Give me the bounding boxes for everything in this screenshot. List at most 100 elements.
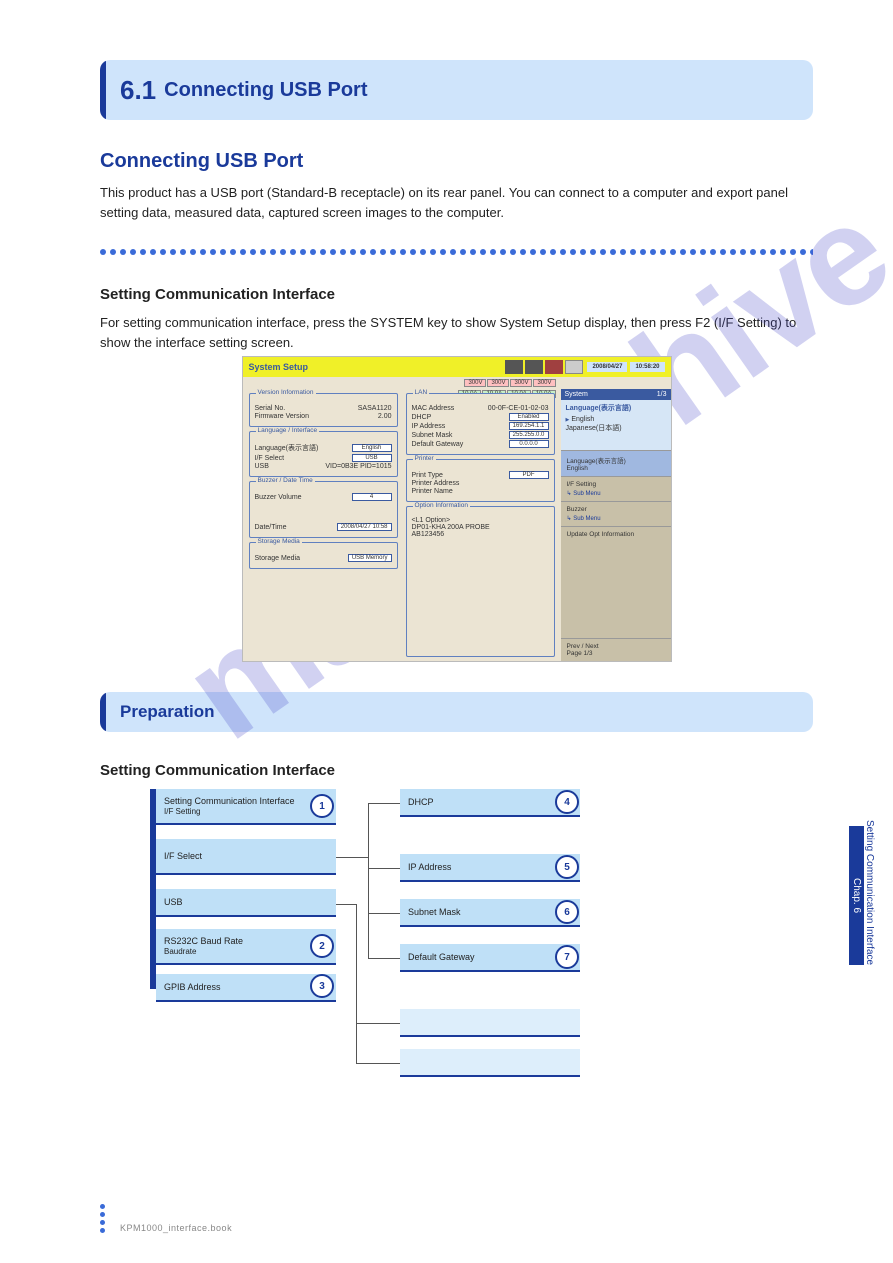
- footer-filename: KPM1000_interface.book: [120, 1223, 232, 1233]
- ip-field[interactable]: 169.254.1.1: [509, 422, 549, 430]
- box-rs232: RS232C Baud Rate Baudrate: [156, 929, 336, 965]
- box-gpib-title: GPIB Address: [164, 982, 328, 992]
- chap-sub: Chap. 6: [849, 826, 864, 965]
- box-mask-title: Subnet Mask: [408, 907, 572, 917]
- mask-field[interactable]: 255.255.0.0: [509, 431, 549, 439]
- circle-4: 4: [555, 790, 579, 814]
- lang-field[interactable]: English: [352, 444, 392, 452]
- option-text: <L1 Option> DP01-KHA 200A PROBE AB123456: [412, 517, 549, 538]
- ss-page-top: 1/3: [657, 391, 667, 398]
- ss-opt-title: Language(表示言語): [566, 403, 666, 413]
- ss-f2-label: I/F Setting: [567, 481, 665, 488]
- if-label: I/F Select: [255, 455, 285, 462]
- ss-option-box: Language(表示言語) English Japanese(日本語): [561, 400, 671, 450]
- pt-field[interactable]: PDF: [509, 471, 549, 479]
- dhcp-field[interactable]: Enabled: [509, 413, 549, 421]
- ss-f2-sub: Sub Menu: [573, 491, 600, 497]
- storage-legend: Storage Media: [256, 538, 302, 545]
- box-blank-1: [400, 1009, 580, 1037]
- ss-f1-label: Language(表示言語): [567, 455, 665, 465]
- hold-icon[interactable]: [505, 360, 523, 374]
- volt-chip: 300V: [487, 379, 509, 387]
- fw-label: Firmware Version: [255, 413, 309, 420]
- section-number: 6.1: [120, 75, 156, 106]
- serial-label: Serial No.: [255, 405, 286, 412]
- unlock-icon[interactable]: [565, 360, 583, 374]
- sm-label: Storage Media: [255, 555, 301, 562]
- ss-menu-if[interactable]: I/F Setting ↳ Sub Menu: [561, 476, 671, 501]
- fw-value: 2.00: [378, 413, 392, 420]
- box-rs-sub: Baudrate: [164, 947, 328, 956]
- chap-head: Setting Communication Interface: [864, 820, 875, 965]
- section-header-banner: 6.1 Connecting USB Port: [100, 60, 813, 120]
- ss-f1-value: English: [567, 465, 665, 472]
- conn-h1: [336, 857, 368, 858]
- bv-field[interactable]: 4: [352, 493, 392, 501]
- bv-label: Buzzer Volume: [255, 494, 302, 501]
- circle-7: 7: [555, 945, 579, 969]
- diagram-title: Setting Communication Interface: [100, 762, 813, 779]
- mac-value: 00-0F-CE-01-02-03: [488, 405, 549, 412]
- langif-legend: Language / Interface: [256, 427, 320, 434]
- circle-1: 1: [310, 794, 334, 818]
- mac-label: MAC Address: [412, 405, 455, 412]
- section-title: Connecting USB Port: [164, 79, 367, 102]
- conn-v1: [368, 803, 369, 958]
- conn-h3: [368, 868, 400, 869]
- if-field[interactable]: USB: [352, 454, 392, 462]
- printer-legend: Printer: [413, 455, 436, 462]
- usb-value: VID=0B3E PID=1015: [325, 463, 391, 470]
- dhcp-label: DHCP: [412, 414, 432, 421]
- circle-2: 2: [310, 934, 334, 958]
- mask-label: Subnet Mask: [412, 432, 453, 439]
- ss-opt-japanese[interactable]: Japanese(日本語): [566, 423, 666, 433]
- conn-h2: [368, 803, 400, 804]
- ss-title: System Setup: [249, 362, 309, 372]
- usb-label: USB: [255, 463, 269, 470]
- ss-date: 2008/04/27: [587, 362, 627, 372]
- preparation-title: Preparation: [120, 702, 214, 722]
- conn-h5: [368, 958, 400, 959]
- intro-title: Connecting USB Port: [100, 150, 813, 173]
- lang-label: Language(表示言語): [255, 443, 319, 453]
- pn-label: Printer Name: [412, 488, 453, 495]
- pa-label: Printer Address: [412, 480, 460, 487]
- box-blank-2: [400, 1049, 580, 1077]
- box-if-select-title: I/F Select: [164, 851, 328, 861]
- box-mask: Subnet Mask: [400, 899, 580, 927]
- printer-group: Printer Print TypePDF Printer Address Pr…: [406, 459, 555, 502]
- lan-legend: LAN: [413, 389, 430, 396]
- ss-menu-update[interactable]: Update Opt Information: [561, 526, 671, 542]
- intro-para-1: This product has a USB port (Standard-B …: [100, 183, 813, 222]
- ss-f3-label: Buzzer: [567, 506, 665, 513]
- dt-label: Date/Time: [255, 524, 287, 531]
- buzzer-legend: Buzzer / Date Time: [256, 477, 315, 484]
- dt-field[interactable]: 2008/04/27 10:58: [337, 523, 392, 531]
- ss-menu-prevnext[interactable]: Prev / Next Page 1/3: [561, 638, 671, 661]
- null-icon[interactable]: [525, 360, 543, 374]
- box-usb: USB: [156, 889, 336, 917]
- menu-diagram: Setting Communication Interface I/F Sett…: [150, 789, 670, 1109]
- ss-sys-header: System 1/3: [561, 389, 671, 400]
- ss-menu-buzzer[interactable]: Buzzer ↳ Sub Menu: [561, 501, 671, 526]
- dotted-divider: [100, 242, 813, 262]
- volt-chip: 300V: [464, 379, 486, 387]
- box-dhcp-title: DHCP: [408, 797, 572, 807]
- sm-field[interactable]: USB Memory: [348, 554, 392, 562]
- volt-chip: 300V: [510, 379, 532, 387]
- ss-opt-english[interactable]: English: [566, 416, 666, 423]
- storage-group: Storage Media Storage MediaUSB Memory: [249, 542, 398, 569]
- gw-field[interactable]: 0.0.0.0: [509, 440, 549, 448]
- box-if-title: Setting Communication Interface: [164, 796, 328, 806]
- serial-value: SASA1120: [358, 405, 392, 412]
- circle-3: 3: [310, 974, 334, 998]
- wave-icon[interactable]: [545, 360, 563, 374]
- box-gpib: GPIB Address: [156, 974, 336, 1002]
- conn-h8: [356, 1063, 400, 1064]
- volt-chip: 300V: [533, 379, 555, 387]
- box-dhcp: DHCP: [400, 789, 580, 817]
- ss-menu-language[interactable]: Language(表示言語) English: [561, 450, 671, 476]
- circle-5: 5: [555, 855, 579, 879]
- box-ip: IP Address: [400, 854, 580, 882]
- version-group: Version Information Serial No.SASA1120 F…: [249, 393, 398, 427]
